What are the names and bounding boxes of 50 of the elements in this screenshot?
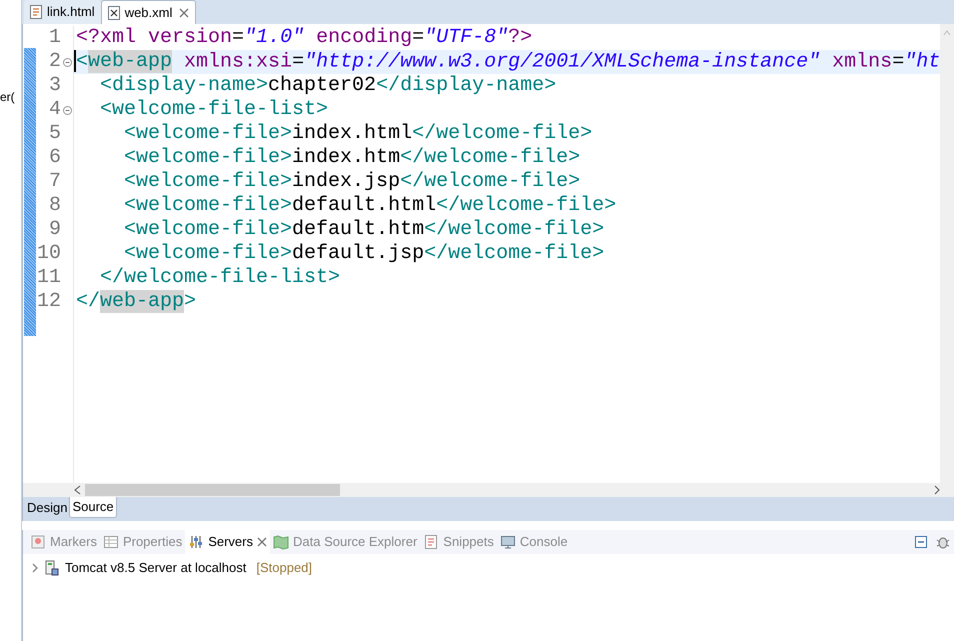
- table-icon: [102, 534, 119, 550]
- line-number: 1: [48, 26, 61, 50]
- line-number: 3: [48, 74, 61, 98]
- line-number: 4: [48, 98, 61, 122]
- view-tab[interactable]: Servers: [185, 530, 270, 554]
- server-status: [Stopped]: [256, 559, 312, 578]
- side-panel-text: er(: [0, 89, 16, 106]
- scroll-right-icon[interactable]: [932, 485, 942, 495]
- page-tab[interactable]: Design: [25, 497, 70, 518]
- collapse-icon[interactable]: [62, 58, 72, 67]
- view-tab-label: Servers: [208, 533, 253, 552]
- close-icon[interactable]: [257, 537, 267, 547]
- line-number: 10: [36, 242, 61, 266]
- collapse-icon[interactable]: [62, 106, 72, 115]
- line-number: 7: [48, 170, 61, 194]
- monitor-icon: [500, 534, 516, 550]
- tab-label: web.xml: [124, 4, 172, 22]
- vertical-scrollbar[interactable]: [940, 24, 954, 483]
- close-icon[interactable]: [179, 8, 190, 18]
- line-number: 12: [36, 290, 61, 314]
- code-line: </web-app>: [73, 290, 940, 314]
- minimize-icon[interactable]: [914, 535, 928, 549]
- text-cursor: [74, 50, 76, 72]
- server-name[interactable]: Tomcat v8.5 Server at localhost: [65, 558, 246, 578]
- expand-icon[interactable]: [31, 563, 39, 573]
- html-file-icon: [30, 5, 42, 19]
- line-number: 5: [48, 122, 61, 146]
- editor-tab[interactable]: link.html: [24, 0, 101, 24]
- view-tab-label: Properties: [122, 533, 182, 552]
- bug-icon[interactable]: [936, 535, 950, 549]
- view-tab-label: Markers: [50, 533, 97, 552]
- line-number: 11: [36, 266, 61, 290]
- map-icon: [273, 534, 289, 550]
- markers-icon: [30, 534, 46, 550]
- view-tab-label: Data Source Explorer: [293, 533, 418, 552]
- tab-label: link.html: [47, 3, 95, 22]
- view-tab-label: Snippets: [443, 533, 494, 552]
- horizontal-scrollbar[interactable]: [23, 483, 954, 497]
- line-number: 2: [48, 50, 61, 74]
- scroll-thumb[interactable]: [85, 484, 340, 496]
- page-tab[interactable]: Source: [69, 497, 117, 518]
- line-number: 6: [48, 146, 61, 170]
- line-number: 8: [48, 194, 61, 218]
- view-tab-label: Console: [520, 533, 568, 552]
- line-number: 9: [48, 218, 61, 242]
- sliders-icon: [188, 534, 204, 550]
- editor-tab[interactable]: web.xml: [100, 0, 196, 24]
- snippets-icon: [423, 534, 440, 550]
- xml-file-icon: [108, 6, 120, 20]
- server-icon: [45, 560, 59, 576]
